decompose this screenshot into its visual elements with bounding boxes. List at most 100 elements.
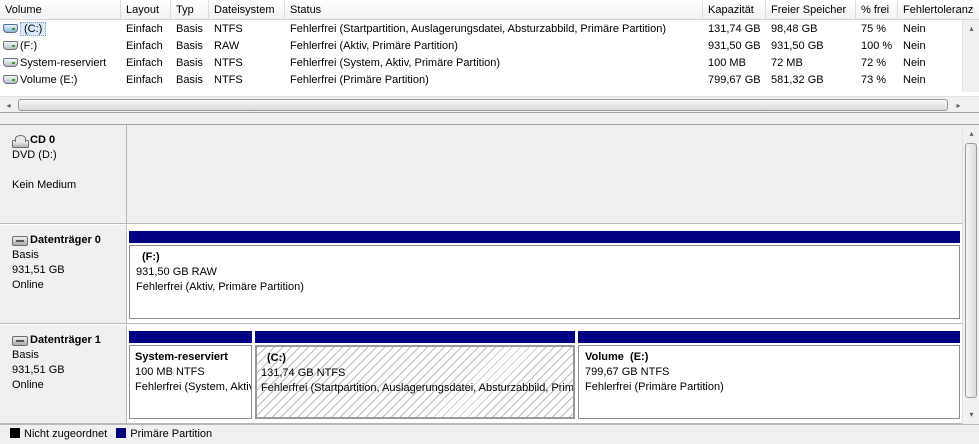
vertical-scroll-thumb[interactable]	[965, 143, 977, 398]
primary-partition-swatch	[116, 428, 127, 438]
disk-label-disk1[interactable]: Datenträger 1 Basis 931,51 GB Online	[0, 325, 127, 424]
disk-label-disk0[interactable]: Datenträger 0 Basis 931,51 GB Online	[0, 225, 127, 324]
dateisystem-cell: RAW	[214, 40, 240, 52]
column-header-status[interactable]: Status	[285, 0, 703, 20]
prozent-frei-cell: 73 %	[861, 74, 887, 86]
volume-list-header: Volume Layout Typ Dateisystem Status Kap…	[0, 0, 979, 20]
status-cell: Fehlerfrei (System, Aktiv, Primäre Parti…	[290, 57, 501, 69]
volume-list-table: Volume Layout Typ Dateisystem Status Kap…	[0, 0, 979, 113]
partition-c[interactable]: (C:) 131,74 GB NTFS Fehlerfrei (Startpar…	[255, 331, 575, 419]
prozent-frei-cell: 72 %	[861, 57, 887, 69]
column-header-kapazitaet[interactable]: Kapazität	[703, 0, 766, 20]
scroll-left-arrow-icon[interactable]: ◂	[0, 97, 17, 112]
disk-name-text: Datenträger 0	[30, 234, 101, 246]
volume-row-e[interactable]: Volume (E:) Einfach Basis NTFS Fehlerfre…	[0, 72, 962, 89]
freier-speicher-cell: 931,50 GB	[771, 40, 824, 52]
status-cell: Fehlerfrei (Aktiv, Primäre Partition)	[290, 40, 458, 52]
scroll-right-arrow-icon[interactable]: ▸	[950, 97, 967, 112]
prozent-frei-cell: 100 %	[861, 40, 893, 52]
volume-name-selected: (C:)	[20, 22, 47, 36]
volume-list-vertical-scrollbar[interactable]: ▴	[962, 20, 979, 92]
status-cell: Fehlerfrei (Primäre Partition)	[290, 74, 429, 86]
volume-name: Volume (E:)	[20, 74, 78, 86]
kapazitaet-cell: 931,50 GB	[708, 40, 761, 52]
freier-speicher-cell: 72 MB	[771, 57, 803, 69]
pane-splitter[interactable]	[0, 113, 979, 125]
drive-icon	[3, 41, 18, 50]
partition-name: Volume (E:)	[585, 351, 649, 363]
partition-e[interactable]: Volume (E:) 799,67 GB NTFS Fehlerfrei (P…	[578, 331, 960, 419]
fehlertoleranz-cell: Nein	[903, 40, 926, 52]
partition-size: 799,67 GB NTFS	[585, 366, 670, 378]
disk-size-disk0: 931,51 GB	[12, 264, 65, 276]
partition-status: Fehlerfrei (Startpartition, Auslagerungs…	[261, 382, 575, 394]
legend-label: Nicht zugeordnet	[24, 428, 108, 440]
primary-partition-bar	[129, 231, 960, 243]
disk-body-disk1: System-reserviert 100 MB NTFS Fehlerfrei…	[127, 325, 962, 424]
partition-f[interactable]: (F:) 931,50 GB RAW Fehlerfrei (Aktiv, Pr…	[129, 231, 960, 319]
primary-partition-bar	[129, 331, 252, 343]
disk-name-disk1: Datenträger 1	[12, 333, 126, 348]
typ-cell: Basis	[176, 57, 203, 69]
disk-size-disk1: 931,51 GB	[12, 364, 65, 376]
disk-name-cd0: CD 0	[12, 133, 126, 148]
dateisystem-cell: NTFS	[214, 74, 243, 86]
column-header-typ[interactable]: Typ	[171, 0, 209, 20]
kapazitaet-cell: 799,67 GB	[708, 74, 761, 86]
legend-item-unallocated: Nicht zugeordnet	[10, 428, 107, 440]
partition-name: System-reserviert	[135, 351, 228, 363]
partition-box-f[interactable]: (F:) 931,50 GB RAW Fehlerfrei (Aktiv, Pr…	[129, 245, 960, 319]
layout-cell: Einfach	[126, 74, 163, 86]
drive-icon	[3, 58, 18, 67]
legend-bar: Nicht zugeordnet Primäre Partition	[0, 424, 979, 444]
partition-box-e[interactable]: Volume (E:) 799,67 GB NTFS Fehlerfrei (P…	[578, 345, 960, 419]
volume-cell: System-reserviert	[0, 55, 121, 72]
disk-name-disk0: Datenträger 0	[12, 233, 126, 248]
volume-row-c[interactable]: (C:) Einfach Basis NTFS Fehlerfrei (Star…	[0, 21, 962, 38]
scroll-up-arrow-icon[interactable]: ▴	[963, 20, 979, 37]
hard-disk-icon	[12, 335, 28, 346]
layout-cell: Einfach	[126, 23, 163, 35]
disk-row-disk0: Datenträger 0 Basis 931,51 GB Online (F:…	[0, 225, 962, 324]
kapazitaet-cell: 131,74 GB	[708, 23, 761, 35]
volume-row-f[interactable]: (F:) Einfach Basis RAW Fehlerfrei (Aktiv…	[0, 38, 962, 55]
partition-system-reserviert[interactable]: System-reserviert 100 MB NTFS Fehlerfrei…	[129, 331, 252, 419]
typ-cell: Basis	[176, 40, 203, 52]
partition-name: (F:)	[142, 251, 160, 263]
disk-body-disk0: (F:) 931,50 GB RAW Fehlerfrei (Aktiv, Pr…	[127, 225, 962, 324]
scroll-down-arrow-icon[interactable]: ▾	[963, 406, 979, 423]
disk-type-cd0: DVD (D:)	[12, 149, 57, 161]
volume-list-horizontal-scrollbar[interactable]: ◂ ▸	[0, 96, 979, 112]
hard-disk-icon	[12, 235, 28, 246]
column-header-fehlertoleranz[interactable]: Fehlertoleranz	[898, 0, 979, 20]
fehlertoleranz-cell: Nein	[903, 23, 926, 35]
column-header-dateisystem[interactable]: Dateisystem	[209, 0, 285, 20]
primary-partition-bar	[578, 331, 960, 343]
typ-cell: Basis	[176, 74, 203, 86]
scroll-up-arrow-icon[interactable]: ▴	[963, 125, 979, 142]
partition-box-system-reserviert[interactable]: System-reserviert 100 MB NTFS Fehlerfrei…	[129, 345, 252, 419]
volume-name: (F:)	[20, 40, 38, 52]
volume-cell: Volume (E:)	[0, 72, 121, 89]
volume-row-system-reserviert[interactable]: System-reserviert Einfach Basis NTFS Feh…	[0, 55, 962, 72]
partition-box-c-selected[interactable]: (C:) 131,74 GB NTFS Fehlerfrei (Startpar…	[255, 345, 575, 419]
cd-drive-icon	[12, 134, 29, 148]
freier-speicher-cell: 581,32 GB	[771, 74, 824, 86]
volume-name: System-reserviert	[20, 57, 107, 69]
layout-cell: Einfach	[126, 40, 163, 52]
disk-type-disk0: Basis	[12, 249, 39, 261]
drive-icon	[3, 24, 18, 33]
fehlertoleranz-cell: Nein	[903, 74, 926, 86]
horizontal-scroll-thumb[interactable]	[18, 99, 948, 111]
column-header-freier-speicher[interactable]: Freier Speicher	[766, 0, 856, 20]
column-header-layout[interactable]: Layout	[121, 0, 171, 20]
column-header-prozent-frei[interactable]: % frei	[856, 0, 898, 20]
disk-row-cd0: CD 0 DVD (D:) Kein Medium	[0, 125, 962, 224]
column-header-volume[interactable]: Volume	[0, 0, 121, 20]
disk-label-cd0[interactable]: CD 0 DVD (D:) Kein Medium	[0, 125, 127, 224]
disk-name-text: CD 0	[30, 134, 56, 146]
disk-view-vertical-scrollbar[interactable]: ▴ ▾	[962, 125, 979, 424]
primary-partition-bar	[255, 331, 575, 343]
unallocated-swatch	[10, 428, 20, 438]
